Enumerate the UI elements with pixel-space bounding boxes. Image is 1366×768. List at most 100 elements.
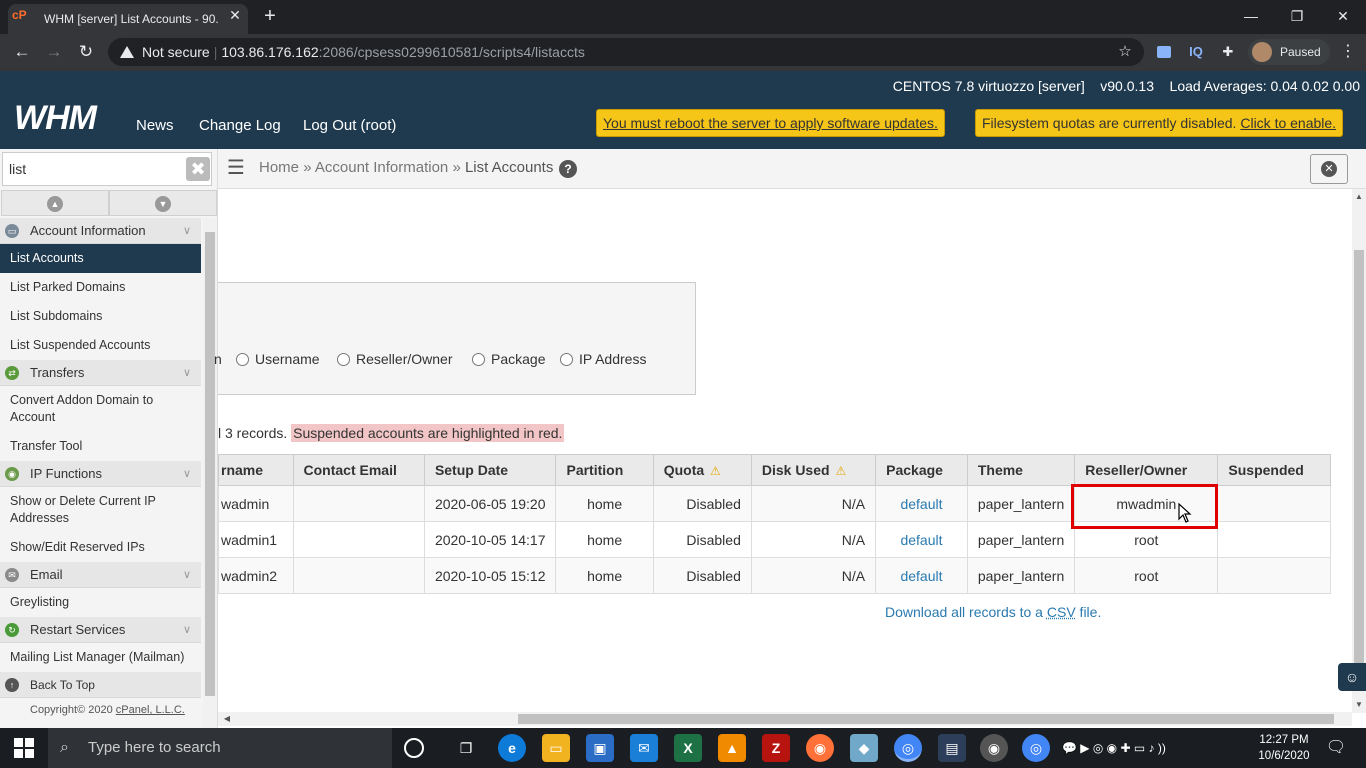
col-username[interactable]: rname: [218, 454, 294, 486]
chat-support-icon[interactable]: ☺: [1338, 663, 1366, 691]
col-reseller-owner[interactable]: Reseller/Owner: [1074, 454, 1219, 486]
category-ip-functions[interactable]: ◉ IP Functions ∨: [0, 461, 201, 487]
window-close-icon[interactable]: ✕: [1320, 0, 1366, 34]
breadcrumb-home[interactable]: Home: [259, 159, 299, 176]
clear-search-icon[interactable]: ✖: [186, 157, 210, 181]
col-disk-used[interactable]: Disk Used ⚠: [750, 454, 877, 486]
address-bar[interactable]: Not secure | 103.86.176.162:2086/cpsess029…: [108, 38, 1144, 66]
task-view-icon[interactable]: ❐: [452, 734, 480, 762]
breadcrumb: Home » Account Information » List Accoun…: [259, 156, 553, 180]
windows-start-icon[interactable]: [14, 738, 34, 758]
scroll-up-icon[interactable]: ▲: [1352, 190, 1366, 204]
sidebar-item-mailman[interactable]: Mailing List Manager (Mailman): [0, 643, 201, 672]
package-link[interactable]: default: [900, 532, 942, 548]
col-contact-email[interactable]: Contact Email: [292, 454, 425, 486]
browser-tab[interactable]: WHM [server] List Accounts - 90.: [8, 4, 248, 34]
cortana-icon[interactable]: [404, 738, 424, 758]
sidebar-item-show-delete-ip[interactable]: Show or Delete Current IP Addresses: [0, 487, 201, 533]
edge-icon[interactable]: e: [498, 734, 526, 762]
reload-icon[interactable]: ↻: [72, 38, 100, 66]
cell-partition: home: [555, 521, 654, 558]
nav-news[interactable]: News: [136, 112, 174, 140]
category-account-information[interactable]: ▭ Account Information ∨: [0, 218, 201, 244]
system-tray[interactable]: 💬 ▶ ◎ ◉ ✚ ▭ ♪ )): [1062, 730, 1252, 766]
firefox-icon[interactable]: ◉: [806, 734, 834, 762]
vlc-icon[interactable]: ▲: [718, 734, 746, 762]
col-quota[interactable]: Quota ⚠: [652, 454, 752, 486]
sidebar-search-input[interactable]: list: [2, 152, 212, 186]
sidebar-item-list-suspended-accounts[interactable]: List Suspended Accounts: [0, 331, 201, 360]
package-link[interactable]: default: [900, 568, 942, 584]
category-restart-services[interactable]: ↻ Restart Services ∨: [0, 617, 201, 643]
extensions-puzzle-icon[interactable]: ✚: [1218, 42, 1238, 62]
cpanel-link[interactable]: cPanel, L.L.C.: [116, 704, 185, 716]
forward-icon[interactable]: →: [40, 38, 68, 66]
radio-circle-icon: [560, 353, 573, 366]
page-scroll-thumb[interactable]: [1354, 250, 1364, 690]
nav-change-log[interactable]: Change Log: [199, 112, 281, 140]
sidebar-item-list-parked-domains[interactable]: List Parked Domains: [0, 273, 201, 302]
col-package[interactable]: Package: [875, 454, 968, 486]
notification-icon[interactable]: 🗨: [1322, 736, 1350, 760]
chrome-icon[interactable]: ◎: [894, 734, 922, 762]
mail-icon[interactable]: ✉: [630, 734, 658, 762]
sidebar-item-list-accounts[interactable]: List Accounts: [0, 244, 201, 273]
remote-desktop-icon[interactable]: ▤: [938, 734, 966, 762]
bookmark-star-icon[interactable]: ☆: [1114, 38, 1136, 66]
quota-enable-link[interactable]: Click to enable.: [1240, 115, 1336, 131]
app-icon[interactable]: ◆: [850, 734, 878, 762]
menu-toggle-icon[interactable]: ☰: [224, 156, 248, 180]
category-email[interactable]: ✉ Email ∨: [0, 562, 201, 588]
col-suspended[interactable]: Suspended: [1217, 454, 1331, 486]
download-suffix: file.: [1075, 604, 1102, 620]
taskbar-clock[interactable]: 12:27 PM 10/6/2020: [1252, 732, 1316, 766]
sidebar-item-reserved-ips[interactable]: Show/Edit Reserved IPs: [0, 533, 201, 562]
table-row[interactable]: wadmin2 2020-10-05 15:12 home Disabled N…: [218, 557, 1331, 594]
package-link[interactable]: default: [900, 496, 942, 512]
copyright-text: Copyright© 2020: [30, 704, 116, 716]
whm-logo[interactable]: WHM: [14, 100, 116, 136]
collapse-all-button[interactable]: ▲: [1, 190, 109, 216]
radio-package[interactable]: Package: [472, 349, 545, 369]
col-partition[interactable]: Partition: [555, 454, 654, 486]
breadcrumb-section[interactable]: Account Information: [315, 159, 448, 176]
download-csv-link[interactable]: Download all records to a CSV file.: [885, 602, 1101, 622]
cell-owner[interactable]: root: [1074, 557, 1219, 594]
excel-icon[interactable]: X: [674, 734, 702, 762]
sidebar-item-convert-addon-domain[interactable]: Convert Addon Domain to Account: [0, 386, 201, 432]
radio-username[interactable]: Username: [236, 349, 320, 369]
close-pane-button[interactable]: ✕: [1310, 154, 1348, 184]
help-icon[interactable]: ?: [559, 160, 577, 178]
sidebar-item-list-subdomains[interactable]: List Subdomains: [0, 302, 201, 331]
extension-screen-icon[interactable]: [1154, 42, 1174, 62]
filezilla-icon[interactable]: Z: [762, 734, 790, 762]
tab-close-icon[interactable]: ✕: [226, 2, 244, 28]
back-icon[interactable]: ←: [8, 38, 36, 66]
col-setup-date[interactable]: Setup Date: [423, 454, 557, 486]
chrome-alt-icon[interactable]: ◎: [1022, 734, 1050, 762]
store-icon[interactable]: ▣: [586, 734, 614, 762]
sidebar-item-transfer-tool[interactable]: Transfer Tool: [0, 432, 201, 461]
minimize-icon[interactable]: —: [1228, 0, 1274, 34]
media-icon[interactable]: ◉: [980, 734, 1008, 762]
page-h-scroll-thumb[interactable]: [518, 714, 1334, 724]
radio-reseller-owner[interactable]: Reseller/Owner: [337, 349, 452, 369]
reboot-notice-link[interactable]: You must reboot the server to apply soft…: [603, 115, 938, 131]
sidebar-scroll-thumb[interactable]: [205, 232, 215, 696]
back-to-top-button[interactable]: ↑ Back To Top: [0, 672, 201, 698]
col-theme[interactable]: Theme: [966, 454, 1076, 486]
browser-menu-icon[interactable]: ⋮: [1338, 38, 1358, 66]
file-explorer-icon[interactable]: ▭: [542, 734, 570, 762]
extension-iq-icon[interactable]: IQ: [1186, 42, 1206, 62]
taskbar-search-input[interactable]: Type here to search: [48, 728, 392, 768]
expand-all-button[interactable]: ▼: [109, 190, 217, 216]
radio-ip-address[interactable]: IP Address: [560, 349, 646, 369]
nav-logout[interactable]: Log Out (root): [303, 112, 396, 140]
category-transfers[interactable]: ⇄ Transfers ∨: [0, 360, 201, 386]
new-tab-icon[interactable]: +: [258, 4, 282, 30]
reboot-notice[interactable]: You must reboot the server to apply soft…: [596, 109, 945, 137]
sidebar-item-greylisting[interactable]: Greylisting: [0, 588, 201, 617]
restore-icon[interactable]: ❐: [1274, 0, 1320, 34]
scroll-left-icon[interactable]: ◀: [220, 712, 234, 726]
scroll-down-icon[interactable]: ▼: [1352, 698, 1366, 712]
